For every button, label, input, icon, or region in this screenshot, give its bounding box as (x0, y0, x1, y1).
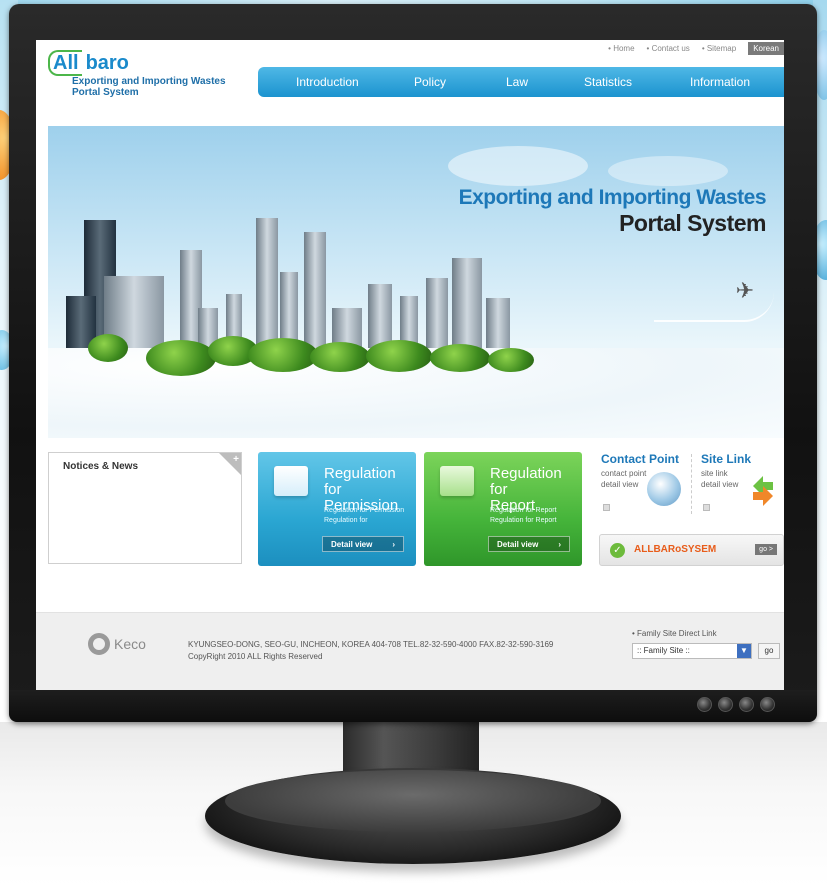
keco-logo[interactable]: Keco (88, 633, 146, 655)
monitor-button[interactable] (697, 697, 712, 712)
cloud (608, 156, 728, 186)
family-site-selected-value: :: Family Site :: (637, 646, 690, 655)
util-link-home[interactable]: • Home (608, 44, 640, 53)
util-link-contact[interactable]: • Contact us (647, 44, 696, 53)
banner-headline-line-2: Portal System (619, 210, 766, 236)
chevron-right-icon: › (558, 539, 561, 549)
allbaro-system-bar[interactable]: ✓ ALLBARoSYSEM go > (599, 534, 784, 566)
contact-site-panel: Contact Point contact point detail view … (599, 452, 784, 566)
util-link-label: Home (613, 43, 635, 53)
permission-panel[interactable]: Regulation for Permission Regulation for… (258, 452, 416, 566)
footer-address: KYUNGSEO-DONG, SEO-GU, INCHEON, KOREA 40… (188, 639, 553, 663)
contact-point-subtitle: contact point detail view (601, 468, 646, 490)
allbaro-go-button[interactable]: go > (755, 544, 777, 555)
permission-detail-button[interactable]: Detail view › (322, 536, 404, 552)
plane-trail (654, 292, 774, 322)
contact-point-sub-line-2: detail view (601, 480, 639, 489)
language-button[interactable]: Korean (748, 41, 784, 55)
divider (691, 454, 692, 514)
website-screen: • Home • Contact us • Sitemap Korean All… (36, 40, 784, 690)
permission-subtitle: Regulation for Permission Regulation for (324, 506, 404, 526)
chevron-down-icon: ▼ (737, 644, 751, 658)
tree (248, 338, 318, 372)
site-link-subtitle: site link detail view (701, 468, 738, 490)
report-detail-button[interactable]: Detail view › (488, 536, 570, 552)
contact-point-sub-line-1: contact point (601, 469, 647, 478)
footer-copyright: CopyRight 2010 ALL Rights Reserved (188, 652, 323, 661)
laptop-icon (274, 466, 308, 496)
nav-introduction[interactable]: Introduction (296, 75, 359, 89)
report-subtitle: Regulation for Report Regulation for Rep… (490, 506, 557, 526)
nav-information[interactable]: Information (690, 75, 750, 89)
monitor-button[interactable] (718, 697, 733, 712)
report-title-line-1: Regulation for (490, 465, 562, 498)
tree (366, 340, 432, 372)
refresh-arrows-icon (753, 476, 773, 506)
monitor-foot-top (225, 770, 601, 832)
tree (430, 344, 490, 372)
logo-subtitle-1: Exporting and Importing Wastes (72, 76, 226, 87)
permission-sub-line-1: Regulation for Permission (324, 507, 405, 514)
family-site-go-button[interactable]: go (758, 643, 780, 659)
report-sub-line-1: Regulation for Report (490, 507, 557, 514)
site-link-title[interactable]: Site Link (701, 452, 751, 466)
logo-all: All (48, 50, 82, 76)
monitor-bezel (9, 690, 817, 722)
allbaro-system-label: ALLBARoSYSEM (634, 544, 717, 555)
family-site-label: • Family Site Direct Link (632, 629, 717, 638)
footer-address-line: KYUNGSEO-DONG, SEO-GU, INCHEON, KOREA 40… (188, 640, 554, 649)
nav-statistics[interactable]: Statistics (584, 75, 632, 89)
airplane-icon: ✈ (735, 278, 754, 303)
tree (146, 340, 216, 376)
tree (88, 334, 128, 362)
permission-title-line-1: Regulation for (324, 465, 396, 498)
utility-links: • Home • Contact us • Sitemap Korean (608, 40, 784, 56)
main-nav: Introduction Policy Law Statistics Infor… (258, 67, 784, 97)
report-sub-line-2: Regulation for Report (490, 517, 557, 524)
site-link-more-icon[interactable] (703, 504, 710, 511)
family-site-select[interactable]: :: Family Site :: ▼ (632, 643, 752, 659)
main-banner: Exporting and Importing Wastes Portal Sy… (48, 126, 784, 438)
nav-law[interactable]: Law (506, 75, 528, 89)
site-logo[interactable]: All baro Exporting and Importing Wastes … (48, 50, 226, 98)
cloud (448, 146, 588, 186)
plus-icon[interactable]: + (233, 454, 239, 465)
detail-button-label: Detail view (331, 539, 373, 549)
util-link-sitemap[interactable]: • Sitemap (702, 44, 742, 53)
keco-ring-icon (88, 633, 110, 655)
site-link-sub-line-1: site link (701, 469, 728, 478)
banner-headline: Exporting and Importing Wastes Portal Sy… (458, 186, 767, 237)
notices-title: Notices & News (63, 461, 139, 472)
monitor-button[interactable] (760, 697, 775, 712)
util-link-label: Sitemap (706, 43, 737, 53)
logo-subtitle-2: Portal System (72, 87, 139, 98)
person-icon (647, 472, 681, 506)
permission-sub-line-2: Regulation for (324, 517, 368, 524)
notices-panel: Notices & News + (48, 452, 242, 564)
check-icon: ✓ (610, 543, 625, 558)
banner-headline-line-1: Exporting and Importing Wastes (458, 186, 767, 209)
report-panel[interactable]: Regulation for Report Regulation for Rep… (424, 452, 582, 566)
monitor-buttons (697, 697, 775, 712)
document-icon (440, 466, 474, 496)
util-link-label: Contact us (651, 43, 690, 53)
chevron-right-icon: › (392, 539, 395, 549)
contact-point-more-icon[interactable] (603, 504, 610, 511)
tree (488, 348, 534, 372)
nav-policy[interactable]: Policy (414, 75, 446, 89)
contact-point-title[interactable]: Contact Point (601, 452, 679, 466)
logo-baro: baro (85, 52, 129, 74)
detail-button-label: Detail view (497, 539, 539, 549)
footer: Keco KYUNGSEO-DONG, SEO-GU, INCHEON, KOR… (36, 612, 784, 690)
tree (310, 342, 370, 372)
keco-logo-text: Keco (114, 636, 146, 652)
site-link-sub-line-2: detail view (701, 480, 739, 489)
monitor-button[interactable] (739, 697, 754, 712)
